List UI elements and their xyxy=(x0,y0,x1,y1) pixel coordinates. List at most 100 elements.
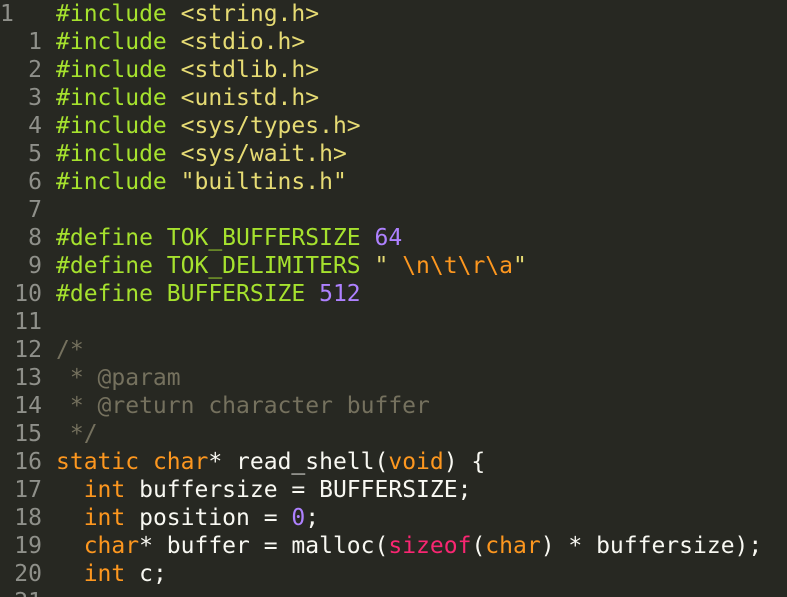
code-line[interactable]: 18 int position = 0; xyxy=(0,504,787,532)
line-number: 14 xyxy=(14,393,42,419)
code-token: /* xyxy=(56,337,84,363)
code-line[interactable]: 3 #include <unistd.h> xyxy=(0,84,787,112)
code-token: <sys/types.h> xyxy=(180,113,361,139)
code-token: char xyxy=(83,533,140,559)
line-number: 1 xyxy=(0,1,14,27)
code-token: static xyxy=(56,449,153,475)
line-code: */ xyxy=(56,420,98,448)
line-code: * @param xyxy=(56,364,181,392)
code-line[interactable]: 21 xyxy=(0,588,787,597)
code-line[interactable]: 6 #include "builtins.h" xyxy=(0,168,787,196)
code-token: " xyxy=(512,253,527,279)
line-code: #include <sys/types.h> xyxy=(56,112,361,140)
line-code: #include <string.h> xyxy=(56,0,319,28)
code-token: " xyxy=(374,253,403,279)
code-token: <stdio.h> xyxy=(180,29,306,55)
code-line[interactable]: 12 /* xyxy=(0,336,787,364)
code-line[interactable]: 8 #define TOK_BUFFERSIZE 64 xyxy=(0,224,787,252)
line-code: #define BUFFERSIZE 512 xyxy=(56,280,361,308)
code-line[interactable]: 9 #define TOK_DELIMITERS " \n\t\r\a" xyxy=(0,252,787,280)
code-line[interactable]: 1 #include <stdio.h> xyxy=(0,28,787,56)
code-token: ) * buffersize); xyxy=(540,533,763,559)
line-code: /* xyxy=(56,336,84,364)
line-code: #include <sys/wait.h> xyxy=(56,140,347,168)
code-token: * @param xyxy=(56,365,181,391)
line-number: 11 xyxy=(14,309,42,335)
code-token: <unistd.h> xyxy=(180,85,320,111)
line-number: 1 xyxy=(28,29,42,55)
code-token: <stdlib.h> xyxy=(180,57,320,83)
code-token: position = xyxy=(125,505,292,531)
code-line[interactable]: 7 xyxy=(0,196,787,224)
code-token: int xyxy=(83,561,126,587)
code-token: 512 xyxy=(319,281,361,307)
code-line[interactable]: 13 * @param xyxy=(0,364,787,392)
code-line[interactable]: 16 static char* read_shell(void) { xyxy=(0,448,787,476)
code-token: void xyxy=(388,449,444,475)
line-number: 9 xyxy=(28,253,42,279)
line-code: * @return character buffer xyxy=(56,392,430,420)
code-token: ) { xyxy=(443,449,486,475)
code-token: <sys/wait.h> xyxy=(180,141,347,167)
code-token: #include xyxy=(56,85,181,111)
code-token: #include xyxy=(56,113,181,139)
code-token: ; xyxy=(305,505,320,531)
code-token: * @return character buffer xyxy=(56,393,430,419)
code-line[interactable]: 20 int c; xyxy=(0,560,787,588)
line-code: #include <stdlib.h> xyxy=(56,56,319,84)
line-number: 3 xyxy=(28,85,42,111)
code-line[interactable]: 19 char* buffer = malloc(sizeof(char) * … xyxy=(0,532,787,560)
code-token: int xyxy=(83,505,126,531)
code-token: sizeof xyxy=(388,533,472,559)
line-code: int c; xyxy=(56,560,167,588)
code-token: \n\t\r\a xyxy=(402,253,513,279)
line-number: 2 xyxy=(28,57,42,83)
code-token: #include xyxy=(56,141,181,167)
code-line[interactable]: 11 xyxy=(0,308,787,336)
code-token: BUFFERSIZE xyxy=(166,281,320,307)
code-token: "builtins.h" xyxy=(180,169,347,195)
code-line[interactable]: 10 #define BUFFERSIZE 512 xyxy=(0,280,787,308)
code-token: c; xyxy=(125,561,167,587)
line-number: 20 xyxy=(14,561,42,587)
line-number: 7 xyxy=(28,197,42,223)
line-code: #define TOK_DELIMITERS " \n\t\r\a" xyxy=(56,252,527,280)
code-token: */ xyxy=(56,421,98,447)
line-number: 16 xyxy=(14,449,42,475)
code-line[interactable]: 14 * @return character buffer xyxy=(0,392,787,420)
code-line[interactable]: 17 int buffersize = BUFFERSIZE; xyxy=(0,476,787,504)
line-number: 15 xyxy=(14,421,42,447)
code-line[interactable]: 5 #include <sys/wait.h> xyxy=(0,140,787,168)
line-number: 19 xyxy=(14,533,42,559)
code-line[interactable]: 2 #include <stdlib.h> xyxy=(0,56,787,84)
line-code: #define TOK_BUFFERSIZE 64 xyxy=(56,224,402,252)
code-token: #define xyxy=(56,225,167,251)
line-code: #include <unistd.h> xyxy=(56,84,319,112)
code-token: #include xyxy=(56,169,181,195)
code-line[interactable]: 4 #include <sys/types.h> xyxy=(0,112,787,140)
line-code: char* buffer = malloc(sizeof(char) * buf… xyxy=(56,532,763,560)
line-number: 13 xyxy=(14,365,42,391)
line-number: 5 xyxy=(28,141,42,167)
line-code: int buffersize = BUFFERSIZE; xyxy=(56,476,472,504)
code-token: #include xyxy=(56,57,181,83)
code-token: char xyxy=(152,449,209,475)
code-token: <string.h> xyxy=(180,1,320,27)
line-number: 12 xyxy=(14,337,42,363)
code-token: int xyxy=(83,477,126,503)
line-code: #include <stdio.h> xyxy=(56,28,305,56)
code-token: * read_shell( xyxy=(208,449,389,475)
code-token: 0 xyxy=(291,505,306,531)
code-token: ( xyxy=(471,533,486,559)
code-line[interactable]: 15 */ xyxy=(0,420,787,448)
code-line[interactable]: 1 #include <string.h> xyxy=(0,0,787,28)
code-token: #include xyxy=(56,29,181,55)
line-code: static char* read_shell(void) { xyxy=(56,448,485,476)
code-token: 64 xyxy=(374,225,403,251)
code-editor[interactable]: 1 #include <string.h> 1 #include <stdio.h> 2… xyxy=(0,0,787,597)
code-token: * buffer = malloc( xyxy=(139,533,389,559)
